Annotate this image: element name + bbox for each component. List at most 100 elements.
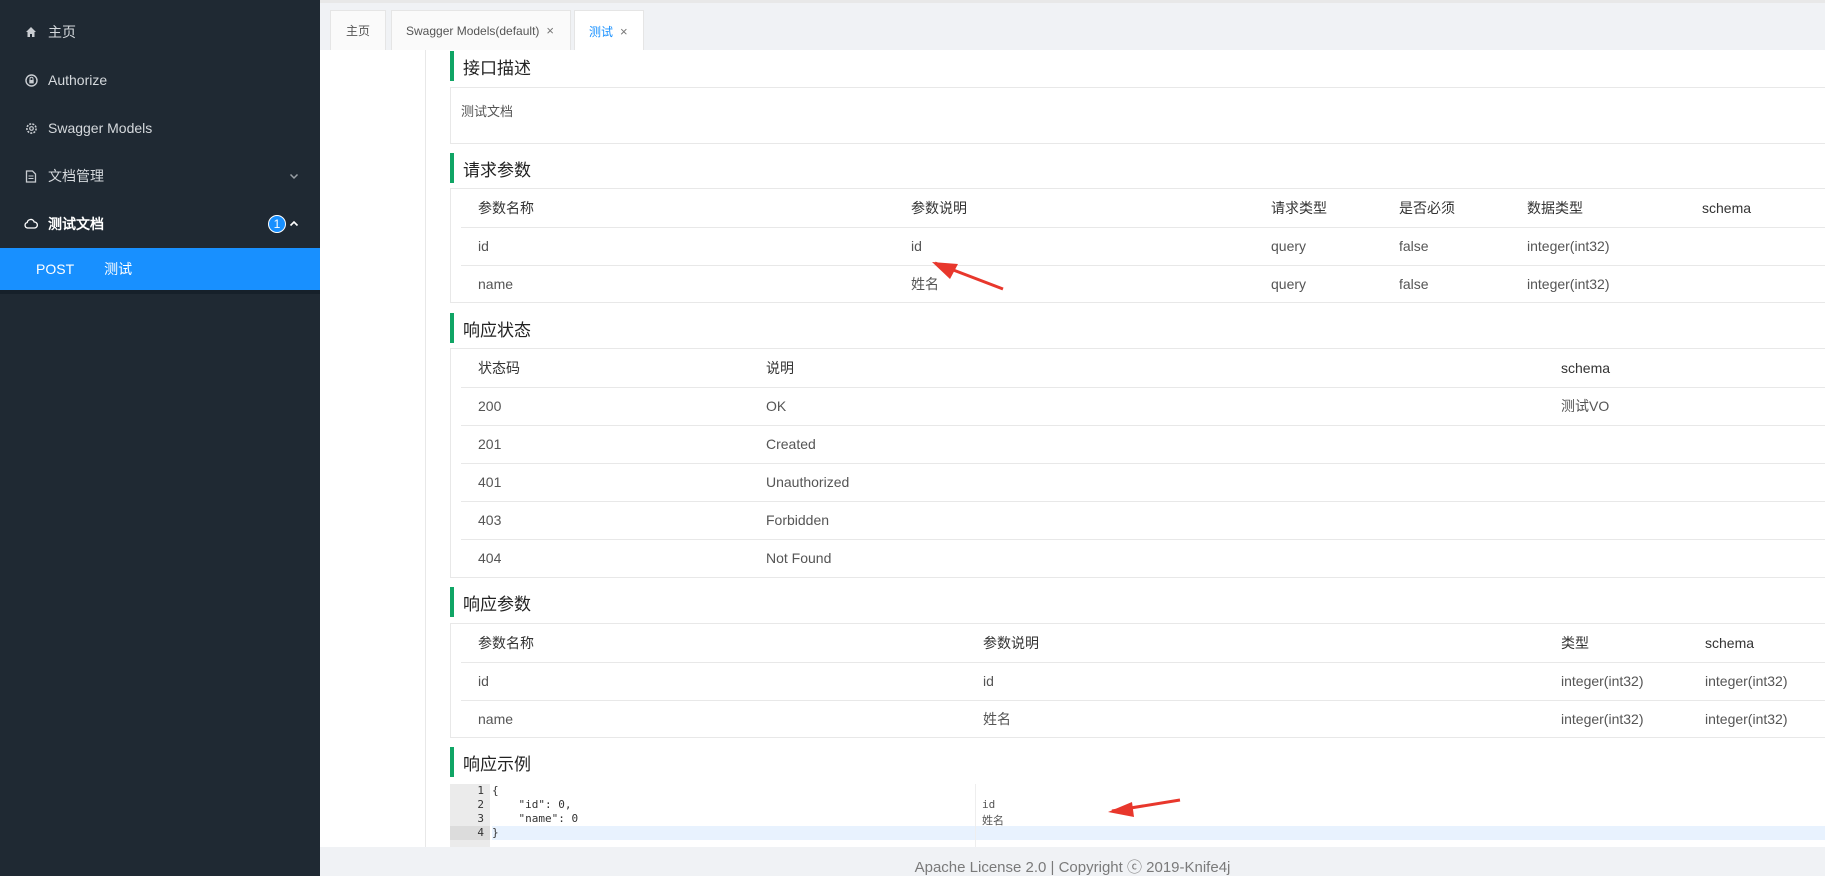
section-title-response-status: 响应状态: [450, 313, 531, 343]
document-icon: [24, 169, 38, 183]
chevron-up-icon: [288, 217, 302, 231]
status-desc: Unauthorized: [749, 463, 1544, 502]
column-header: 类型: [1544, 624, 1688, 663]
section-title-response-example: 响应示例: [450, 747, 531, 777]
param-schema: [1685, 227, 1825, 266]
status-code: 403: [461, 501, 749, 540]
param-name: id: [461, 227, 894, 266]
column-header: schema: [1685, 189, 1825, 228]
param-desc: id: [966, 662, 1544, 701]
code-line: "name": 0: [492, 812, 579, 825]
code-editor[interactable]: 1 2 3 4 { "id": 0, "name": 0 } id 姓名: [450, 784, 1825, 847]
param-name: name: [478, 276, 514, 293]
sidebar-item-test-docs[interactable]: 测试文档 1: [0, 200, 320, 248]
table-row: 404 Not Found: [461, 539, 1825, 577]
gear-icon: [24, 121, 38, 135]
description-box: 测试文档: [450, 87, 1825, 144]
close-icon[interactable]: ×: [620, 24, 628, 39]
sidebar-item-doc-management[interactable]: 文档管理: [0, 152, 320, 200]
table-row: id id integer(int32) integer(int32): [461, 662, 1825, 701]
status-schema: [1544, 501, 1825, 540]
status-schema: [1544, 539, 1825, 577]
param-desc: 姓名: [983, 711, 1011, 728]
line-number: 4: [450, 826, 490, 840]
column-header: 请求类型: [1254, 189, 1382, 228]
request-type-link[interactable]: query: [1254, 227, 1382, 266]
param-required: false: [1399, 276, 1429, 293]
tab-test[interactable]: 测试 ×: [574, 10, 644, 52]
footer: Apache License 2.0 | Copyright ⓒ 2019-Kn…: [320, 847, 1825, 876]
status-desc: Forbidden: [749, 501, 1544, 540]
table-header-row: 参数名称 参数说明 请求类型 是否必须 数据类型 schema: [461, 189, 1825, 228]
tab-swagger-models[interactable]: Swagger Models(default) ×: [391, 10, 571, 50]
column-header: 状态码: [461, 349, 749, 388]
submenu: POST 测试: [0, 248, 320, 294]
close-icon[interactable]: ×: [546, 23, 554, 38]
sidebar-item-authorize[interactable]: Authorize: [0, 56, 320, 104]
param-type: integer(int32): [1544, 662, 1688, 701]
response-status-table-box: 状态码 说明 schema 200 OK 测试VO 201 Created 40…: [450, 348, 1825, 578]
home-icon: [24, 25, 38, 39]
status-code: 401: [461, 463, 749, 502]
status-schema: 测试VO: [1544, 387, 1825, 426]
tab-label: 测试: [589, 25, 614, 39]
sidebar-item-label: 主页: [48, 24, 76, 40]
column-header: 参数说明: [894, 189, 1254, 228]
param-datatype: integer(int32): [1510, 227, 1685, 266]
sidebar-item-label: 文档管理: [48, 168, 104, 184]
line-number-gutter: 1 2 3 4: [450, 784, 490, 847]
status-desc: Not Found: [766, 550, 832, 567]
param-schema: integer(int32): [1705, 711, 1788, 728]
divider: [425, 50, 426, 847]
column-header: 参数名称: [461, 624, 966, 663]
table-row: name 姓名 integer(int32) integer(int32): [461, 700, 1825, 738]
status-desc: OK: [749, 387, 1544, 426]
table-row: 201 Created: [461, 425, 1825, 464]
field-comment: id: [982, 798, 996, 811]
section-title-response-params: 响应参数: [450, 587, 531, 617]
code-line: "id": 0,: [492, 798, 572, 811]
param-type: integer(int32): [1561, 711, 1644, 728]
status-code: 201: [461, 425, 749, 464]
sidebar-item-post-test[interactable]: POST 测试: [0, 248, 320, 290]
column-header: 参数说明: [966, 624, 1544, 663]
param-name: id: [461, 662, 966, 701]
description-text: 测试文档: [461, 104, 514, 119]
sidebar-item-swagger-models[interactable]: Swagger Models: [0, 104, 320, 152]
line-number: 2: [477, 798, 484, 811]
field-comment: 姓名: [982, 814, 1004, 827]
column-header: 数据类型: [1510, 189, 1685, 228]
sidebar-item-home[interactable]: 主页: [0, 8, 320, 56]
request-type-link[interactable]: query: [1254, 265, 1382, 303]
status-desc: Created: [749, 425, 1544, 464]
chevron-down-icon: [288, 169, 302, 183]
status-schema: [1544, 463, 1825, 502]
lock-icon: [24, 73, 38, 87]
table-row: 403 Forbidden: [461, 501, 1825, 540]
table-row: id id query false integer(int32): [461, 227, 1825, 266]
request-params-table: 参数名称 参数说明 请求类型 是否必须 数据类型 schema id id qu…: [461, 189, 1825, 303]
param-datatype: integer(int32): [1527, 276, 1610, 293]
param-desc: 姓名: [911, 276, 939, 293]
column-header: 说明: [749, 349, 1544, 388]
tab-home[interactable]: 主页: [330, 10, 386, 50]
response-params-table-box: 参数名称 参数说明 类型 schema id id integer(int32)…: [450, 623, 1825, 738]
column-header: schema: [1688, 624, 1825, 663]
response-params-table: 参数名称 参数说明 类型 schema id id integer(int32)…: [461, 624, 1825, 738]
table-row: name 姓名 query false integer(int32): [461, 265, 1825, 303]
footer-text: Apache License 2.0 | Copyright ⓒ 2019-Kn…: [914, 859, 1231, 876]
column-header: schema: [1544, 349, 1825, 388]
column-header: 参数名称: [461, 189, 894, 228]
tab-label: 主页: [345, 24, 370, 38]
param-schema: [1685, 265, 1825, 303]
sidebar: 主页 Authorize Swagger Models 文档管理 测试文档 1: [0, 0, 320, 876]
status-code: 200: [461, 387, 749, 426]
section-title-description: 接口描述: [450, 51, 531, 81]
table-header-row: 状态码 说明 schema: [461, 349, 1825, 388]
column-header: 是否必须: [1382, 189, 1510, 228]
section-title-request-params: 请求参数: [450, 153, 531, 183]
tab-bar: 主页 Swagger Models(default) × 测试 ×: [320, 0, 1825, 52]
sidebar-item-label: Swagger Models: [48, 120, 153, 136]
line-number: 3: [477, 812, 484, 825]
cloud-icon: [24, 217, 38, 231]
